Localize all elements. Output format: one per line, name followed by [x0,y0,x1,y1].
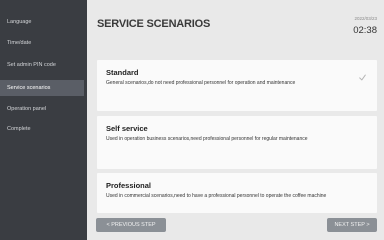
checkmark-icon [359,74,366,81]
scenario-description: General scenarios,do not need profession… [106,80,296,86]
sidebar: Language Time/date Set admin PIN code Se… [0,0,87,240]
scenario-card-professional[interactable]: Professional Used in commercial scenario… [97,173,377,213]
scenario-name: Standard [106,68,139,77]
sidebar-item-complete[interactable]: Complete [0,121,84,137]
next-step-button[interactable]: NEXT STEP > [327,218,377,232]
time-display: 02:38 [353,25,377,36]
sidebar-item-admin-pin[interactable]: Set admin PIN code [0,57,84,73]
sidebar-item-time-date[interactable]: Time/date [0,35,84,51]
sidebar-item-operation-panel[interactable]: Operation panel [0,101,84,117]
scenario-card-standard[interactable]: Standard General scenarios,do not need p… [97,60,377,111]
page-title: SERVICE SCENARIOS [97,18,211,30]
scenario-name: Self service [106,124,148,133]
date-display: 2022/03/23 [354,16,377,21]
sidebar-item-service-scenarios[interactable]: Service scenarios [0,80,84,96]
sidebar-item-language[interactable]: Language [0,14,84,30]
scenario-card-self-service[interactable]: Self service Used in operation business … [97,116,377,169]
scenario-name: Professional [106,181,152,190]
scenario-description: Used in commercial scenarios,need to hav… [106,193,327,199]
previous-step-button[interactable]: < PREVIOUS STEP [96,218,166,232]
scenario-description: Used in operation business scenarios,nee… [106,136,308,142]
